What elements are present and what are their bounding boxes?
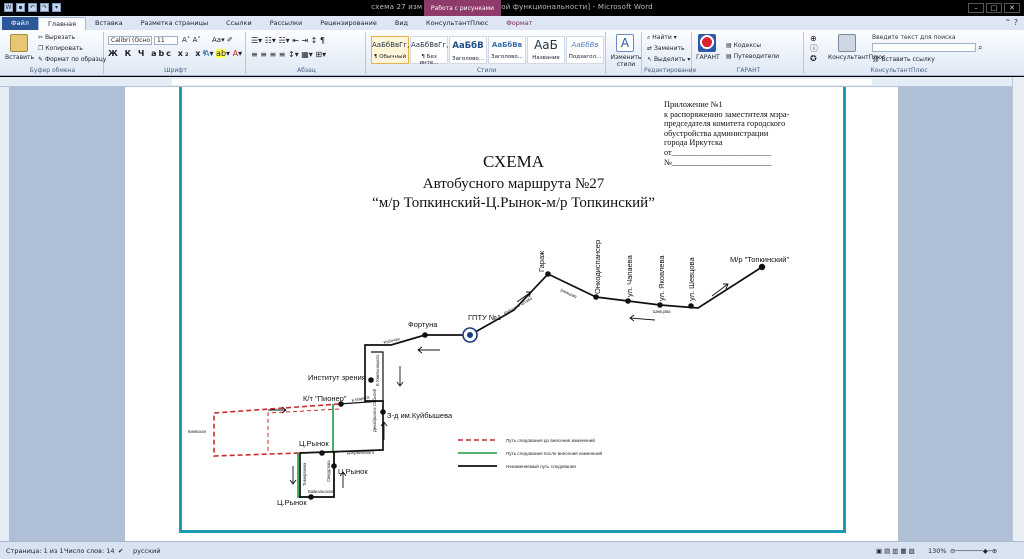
tab-mailings[interactable]: Рассылки [261, 17, 312, 30]
search-icon[interactable]: ⌕ [978, 43, 982, 53]
font-name-field[interactable]: Calibri (Осно [108, 36, 152, 45]
align-buttons[interactable]: ≡ ≡ ≡ ≡ ↕▾ ▦▾ ⊞▾ [251, 50, 326, 59]
group-clipboard: Вставить ✂ Вырезать ❐ Копировать ✎ Форма… [2, 32, 106, 74]
status-words[interactable]: Число слов: 14 [64, 547, 115, 555]
style-subtitle[interactable]: АаБбВв Подзагол... [566, 36, 604, 64]
appendix-line: города Иркутска [664, 138, 723, 148]
style-no-spacing[interactable]: АаБбВвГг, ¶ Без инте... [410, 36, 448, 66]
view-buttons[interactable]: ▣▤▥▦▧ [876, 547, 917, 555]
group-editing: ⌕ Найти ▾ ⇄ Заменить ↖ Выделить ▾ Редакт… [644, 32, 697, 74]
consultant-search-label: Введите текст для поиска [872, 34, 956, 41]
style-title[interactable]: АаБ Название [527, 36, 565, 64]
appendix-line: к распоряжению заместителя мэра- [664, 109, 790, 119]
proofing-icon[interactable]: ✔ [118, 547, 123, 555]
book-icon: ▤ [726, 42, 734, 49]
font-case-button[interactable]: Aa▾ ✐ [212, 36, 233, 44]
change-styles-icon[interactable]: A [616, 34, 634, 52]
format-painter-button[interactable]: ✎ Формат по образцу [38, 56, 106, 63]
text-effects-button[interactable]: A▾ ab▾ A▾ [204, 49, 242, 58]
garant-button[interactable]: ГАРАНТ [696, 54, 720, 61]
window-title: схема 27 изм [Режим ограниченной функцио… [371, 3, 653, 11]
codex-button[interactable]: ▤ Кодексы [726, 42, 761, 49]
group-font: Calibri (Осно 11 A˄ A˅ Aa▾ ✐ Ж К Ч abc x… [106, 32, 246, 74]
scheme-title: СХЕМА [483, 152, 544, 171]
consultant-small-icons[interactable]: ⊕ ⓘ ✪ [810, 34, 818, 63]
paste-icon[interactable] [10, 34, 28, 52]
tab-review[interactable]: Рецензирование [311, 17, 386, 30]
vertical-scrollbar[interactable] [1012, 77, 1024, 541]
title-bar: W ▪ ↶ ↷ ▾ схема 27 изм [Режим ограниченн… [0, 0, 1024, 16]
group-label-editing: Редактирование [644, 67, 697, 74]
cut-button[interactable]: ✂ Вырезать [38, 34, 75, 41]
appendix-line: Приложение №1 [664, 100, 723, 109]
font-size-field[interactable]: 11 [154, 36, 178, 45]
tab-file[interactable]: Файл [2, 17, 38, 30]
scheme-route: Автобусного маршрута №27 [422, 176, 605, 192]
group-styles: АаБбВвГг, ¶ Обычный АаБбВвГг, ¶ Без инте..… [368, 32, 606, 74]
scissors-icon: ✂ [38, 34, 45, 41]
tab-page-layout[interactable]: Разметка страницы [132, 17, 218, 30]
group-label-styles: Стили [476, 67, 497, 74]
minimize-button[interactable]: – [968, 3, 984, 13]
guides-button[interactable]: ▤ Путеводители [726, 53, 779, 60]
tab-insert[interactable]: Вставка [86, 17, 132, 30]
list-buttons[interactable]: ☰▾ ☷▾ ☵▾ ⇤ ⇥ ↕ ¶ [251, 36, 325, 45]
maximize-button[interactable]: □ [986, 3, 1002, 13]
status-language[interactable]: русский [133, 547, 161, 555]
select-button[interactable]: ↖ Выделить ▾ [647, 56, 690, 63]
help-icon[interactable]: ⌃ ? [1005, 18, 1019, 27]
group-consultant: ⊕ ⓘ ✪ КонсультантПлюс Введите текст для по… [806, 32, 992, 74]
replace-icon: ⇄ [647, 45, 654, 52]
group-label-garant: ГАРАНТ [736, 67, 761, 74]
zoom-slider[interactable]: ⊖───────◆─⊕ [950, 547, 997, 555]
close-button[interactable]: ✕ [1004, 3, 1020, 13]
group-label-clipboard: Буфер обмена [29, 67, 76, 74]
group-label-consultant: КонсультантПлюс [870, 67, 928, 74]
group-paragraph: ☰▾ ☷▾ ☵▾ ⇤ ⇥ ↕ ¶ ≡ ≡ ≡ ≡ ↕▾ ▦▾ ⊞▾ Абзац [248, 32, 366, 74]
status-bar: Страница: 1 из 1 Число слов: 14 ✔ русски… [0, 541, 1024, 559]
tab-references[interactable]: Ссылки [217, 17, 261, 30]
status-page[interactable]: Страница: 1 из 1 [6, 547, 64, 555]
consultant-search-input[interactable] [872, 43, 976, 52]
guide-icon: ▤ [726, 53, 734, 60]
style-heading2[interactable]: АаБбВв Заголово... [488, 36, 526, 64]
vertical-ruler[interactable] [0, 87, 9, 541]
tab-consultant[interactable]: КонсультантПлюс [417, 17, 497, 30]
ribbon: Вставить ✂ Вырезать ❐ Копировать ✎ Форма… [0, 30, 1024, 76]
consultant-button[interactable]: КонсультантПлюс [828, 54, 885, 61]
group-change-styles: A Изменить стили [608, 32, 642, 74]
change-styles-button[interactable]: Изменить стили [610, 54, 642, 68]
tab-home[interactable]: Главная [37, 17, 87, 30]
zoom-level[interactable]: 130% [928, 547, 947, 555]
cursor-icon: ↖ [647, 56, 654, 63]
ribbon-tabs: Файл Главная Вставка Разметка страницы С… [0, 16, 1024, 30]
grow-font-button[interactable]: A˄ A˅ [182, 36, 201, 44]
group-label-paragraph: Абзац [297, 67, 316, 74]
appendix-line: обустройства администрации [664, 128, 769, 138]
paste-button[interactable]: Вставить [5, 54, 34, 61]
insert-link-button[interactable]: ⛓ Вставить ссылку [872, 56, 935, 63]
ruler-text-area [172, 79, 872, 85]
group-label-font: Шрифт [164, 67, 187, 74]
tab-format[interactable]: Формат [497, 17, 541, 30]
tab-view[interactable]: Вид [386, 17, 417, 30]
replace-button[interactable]: ⇄ Заменить [647, 45, 685, 52]
appendix-line: председателя комитета городского [664, 119, 786, 129]
scheme-route-name: “м/р Топкинский-Ц.Рынок-м/р Топкинский” [372, 195, 655, 211]
copy-button[interactable]: ❐ Копировать [38, 45, 83, 52]
link-icon: ⛓ [872, 56, 882, 63]
style-heading1[interactable]: АаБбВ Заголово... [449, 36, 487, 64]
group-garant: ГАРАНТ ▤ Кодексы ▤ Путеводители ГАРАНТ [694, 32, 804, 74]
consultant-avatar-icon[interactable] [838, 34, 856, 52]
brush-icon: ✎ [38, 56, 45, 63]
garant-logo-icon[interactable] [698, 34, 716, 52]
context-tab-picture-tools: Работа с рисунками [424, 0, 501, 16]
find-button[interactable]: ⌕ Найти ▾ [647, 34, 677, 42]
font-format-buttons[interactable]: Ж К Ч abc x₂ x² [108, 49, 208, 58]
style-normal[interactable]: АаБбВвГг, ¶ Обычный [371, 36, 409, 64]
